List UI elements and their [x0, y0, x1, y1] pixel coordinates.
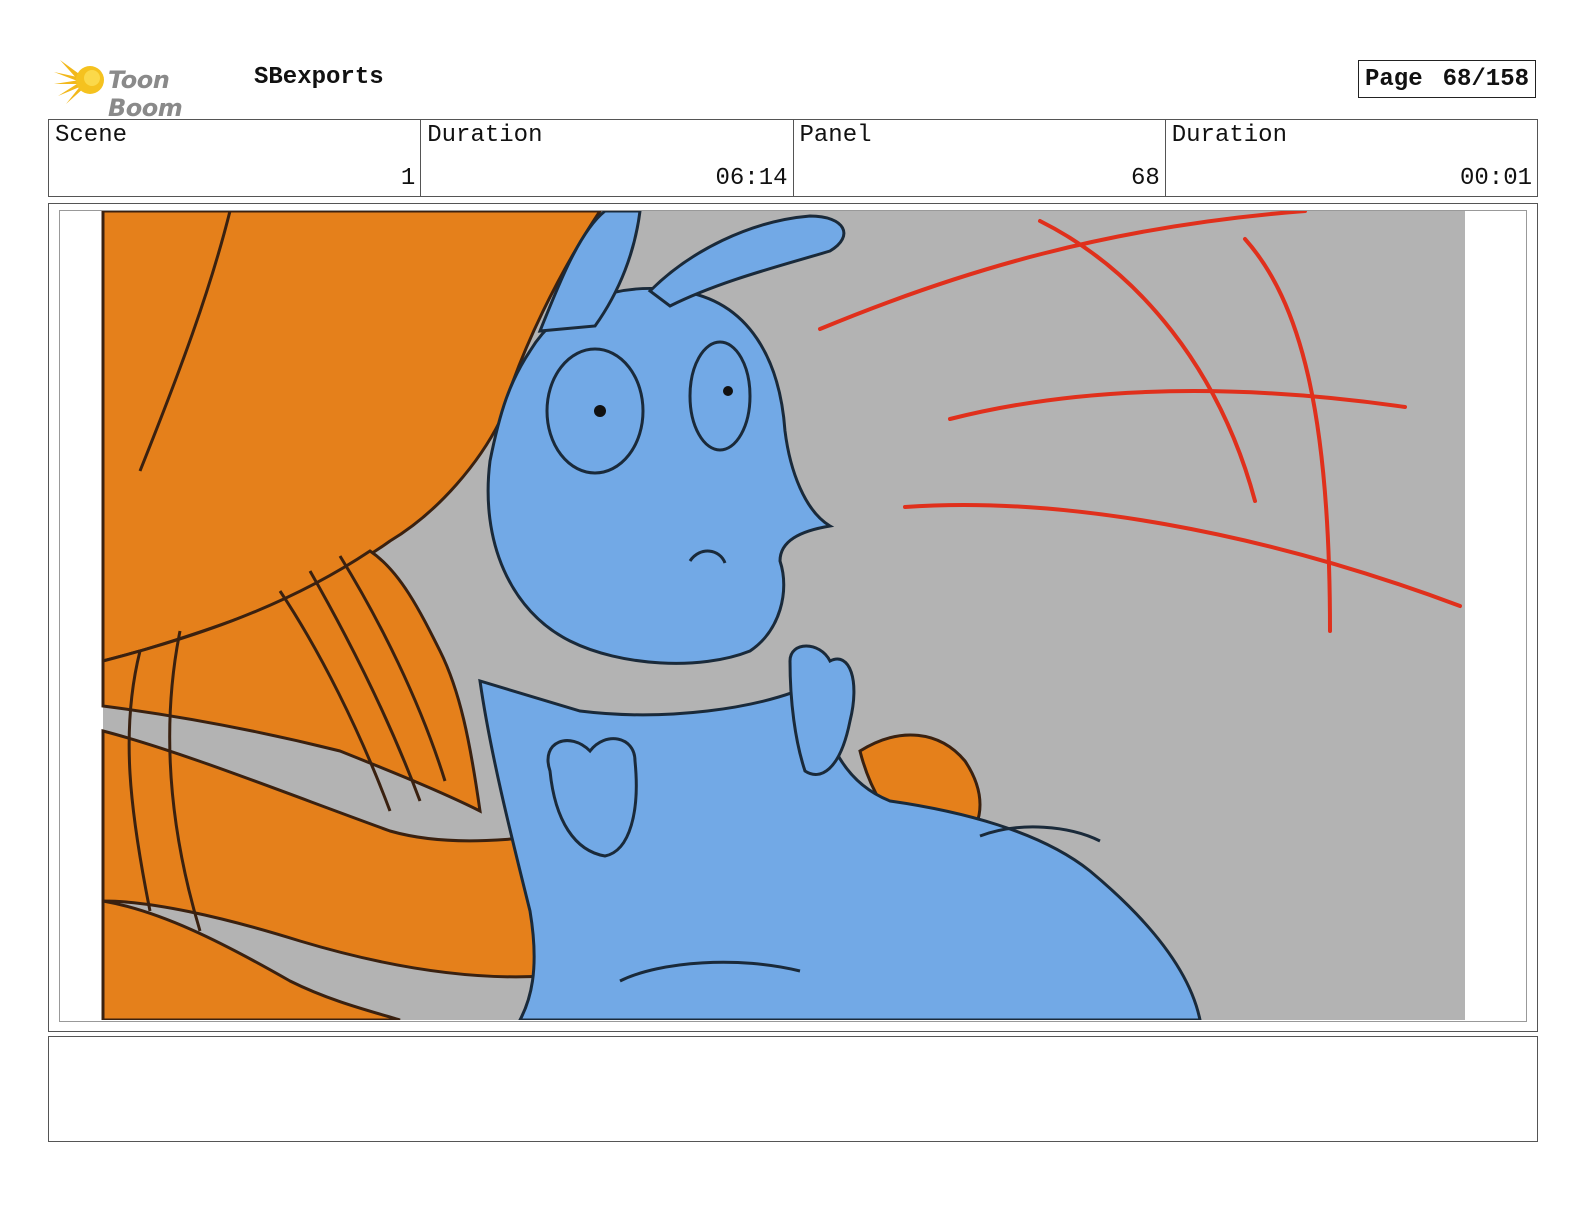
- page-label: Page: [1365, 65, 1423, 93]
- character-pupil-right: [723, 386, 733, 396]
- logo-text: Toon Boom: [108, 66, 183, 122]
- scene-duration-label: Duration: [427, 122, 543, 149]
- toon-boom-logo: Toon Boom: [52, 54, 242, 122]
- scene-value: 1: [400, 165, 416, 192]
- scene-label: Scene: [55, 122, 128, 149]
- scene-duration-value: 06:14: [715, 165, 788, 192]
- project-title: SBexports: [254, 64, 384, 91]
- scene-cell: Scene 1: [49, 120, 420, 196]
- page-counter: Page 68/158: [1358, 60, 1536, 98]
- panel-duration-value: 00:01: [1459, 165, 1532, 192]
- character-eye-right: [688, 340, 752, 452]
- page-number: 68/158: [1442, 65, 1529, 93]
- page-header: Toon Boom SBexports Page 68/158: [48, 52, 1538, 122]
- panel-duration-cell: Duration 00:01: [1164, 120, 1537, 196]
- storyboard-panel-image: [59, 210, 1527, 1022]
- panel-notes-box: [48, 1036, 1538, 1142]
- panel-value: 68: [1130, 165, 1160, 192]
- panel-info-table: Scene 1 Duration 06:14 Panel 68 Duration…: [48, 119, 1538, 197]
- character-pupil-left: [594, 405, 606, 417]
- panel-duration-label: Duration: [1171, 122, 1287, 149]
- storyboard-frame: [48, 203, 1538, 1032]
- panel-label: Panel: [799, 122, 872, 149]
- starburst-icon: [54, 60, 104, 104]
- panel-sketch: [101, 211, 1465, 1020]
- panel-cell: Panel 68: [792, 120, 1165, 196]
- scene-duration-cell: Duration 06:14: [420, 120, 792, 196]
